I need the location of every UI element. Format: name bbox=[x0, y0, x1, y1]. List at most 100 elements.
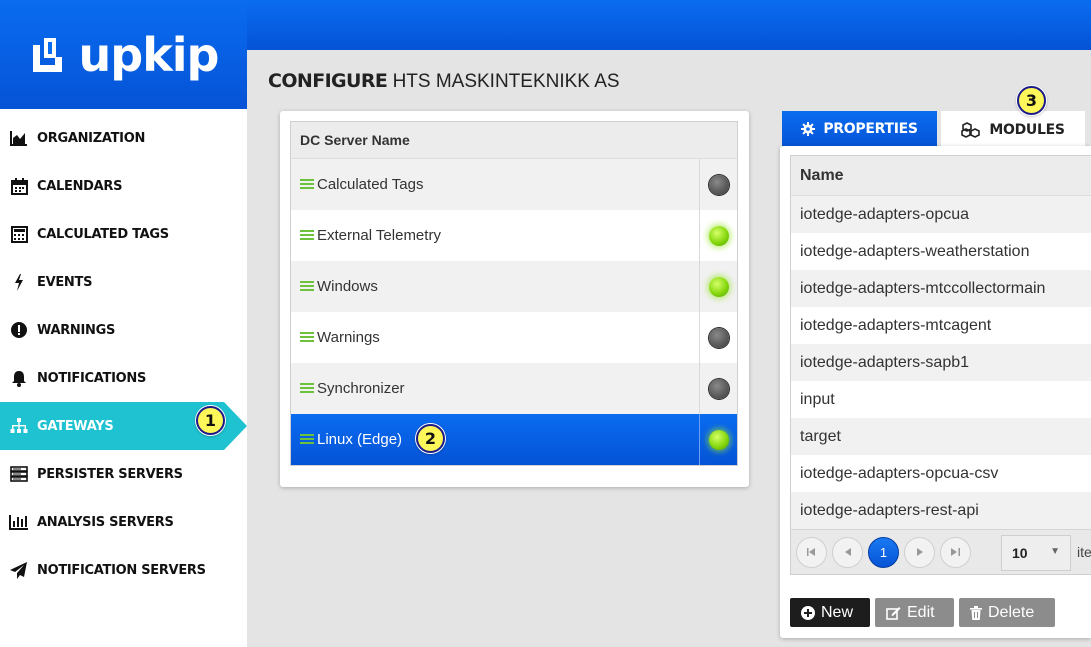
page-size-value: 10 bbox=[1012, 545, 1028, 561]
modules-rows: iotedge-adapters-opcua iotedge-adapters-… bbox=[791, 196, 1091, 529]
edit-button[interactable]: Edit bbox=[875, 598, 954, 627]
status-indicator bbox=[708, 327, 729, 348]
sidebar-item-calculated-tags[interactable]: CALCULATED TAGS bbox=[0, 210, 247, 258]
server-icon bbox=[300, 332, 314, 343]
sidebar-item-label: GATEWAYS bbox=[37, 418, 114, 434]
table-row[interactable]: Windows bbox=[291, 261, 737, 312]
logo-text: upkip bbox=[78, 27, 220, 82]
sidebar-item-label: EVENTS bbox=[37, 274, 93, 290]
dc-server-rows: Calculated Tags External Telemetry Windo… bbox=[291, 159, 737, 465]
sidebar-item-persister-servers[interactable]: PERSISTER SERVERS bbox=[0, 450, 247, 498]
sidebar-item-label: NOTIFICATION SERVERS bbox=[37, 562, 206, 578]
server-icon bbox=[300, 230, 314, 241]
status-indicator bbox=[708, 276, 729, 297]
caret-down-icon: ▼ bbox=[1050, 546, 1060, 557]
sidebar-item-organization[interactable]: ORGANIZATION bbox=[0, 114, 247, 162]
status-indicator bbox=[708, 174, 729, 195]
page-title-org: HTS MASKINTEKNIKK AS bbox=[392, 71, 620, 92]
sidebar-item-label: PERSISTER SERVERS bbox=[37, 466, 183, 482]
sidebar: upkip ORGANIZATION CALENDARS CALCULATED … bbox=[0, 0, 247, 647]
page-title: CONFIGURE HTS MASKINTEKNIKK AS bbox=[268, 70, 620, 93]
tab-label: PROPERTIES bbox=[823, 121, 918, 137]
table-row[interactable]: iotedge-adapters-opcua bbox=[791, 196, 1091, 233]
cubes-icon bbox=[961, 121, 981, 138]
sidebar-item-label: ORGANIZATION bbox=[37, 130, 146, 146]
dc-server-name: Warnings bbox=[317, 329, 380, 346]
table-row[interactable]: target bbox=[791, 418, 1091, 455]
dc-server-name: Linux (Edge) bbox=[317, 431, 403, 448]
trash-icon bbox=[970, 605, 982, 620]
table-row[interactable]: iotedge-adapters-mtccollectormain bbox=[791, 270, 1091, 307]
first-page-icon bbox=[807, 548, 815, 556]
status-indicator bbox=[708, 378, 729, 399]
table-row[interactable]: iotedge-adapters-sapb1 bbox=[791, 344, 1091, 381]
sidebar-item-label: NOTIFICATIONS bbox=[37, 370, 147, 386]
plus-circle-icon bbox=[801, 605, 815, 620]
tab-modules[interactable]: MODULES bbox=[941, 111, 1085, 148]
table-row-selected[interactable]: Linux (Edge) bbox=[291, 414, 737, 465]
gear-icon bbox=[801, 122, 816, 136]
next-page-button[interactable] bbox=[904, 536, 935, 568]
sidebar-item-gateways[interactable]: GATEWAYS bbox=[0, 402, 247, 450]
area-chart-icon bbox=[9, 128, 29, 148]
previous-icon bbox=[844, 548, 851, 556]
items-per-page-label: ite bbox=[1077, 544, 1091, 560]
sidebar-item-label: WARNINGS bbox=[37, 322, 116, 338]
table-row[interactable]: Synchronizer bbox=[291, 363, 737, 414]
table-row[interactable]: iotedge-adapters-weatherstation bbox=[791, 233, 1091, 270]
bolt-icon bbox=[9, 272, 29, 292]
table-row[interactable]: Warnings bbox=[291, 312, 737, 363]
table-row[interactable]: External Telemetry bbox=[291, 210, 737, 261]
sidebar-item-calendars[interactable]: CALENDARS bbox=[0, 162, 247, 210]
table-row[interactable]: iotedge-adapters-mtcagent bbox=[791, 307, 1091, 344]
table-row[interactable]: iotedge-adapters-opcua-csv bbox=[791, 455, 1091, 492]
sidebar-item-label: ANALYSIS SERVERS bbox=[37, 514, 174, 530]
exclamation-circle-icon bbox=[9, 320, 29, 340]
sidebar-nav: ORGANIZATION CALENDARS CALCULATED TAGS E… bbox=[0, 114, 247, 594]
tab-label: MODULES bbox=[989, 121, 1065, 138]
sidebar-item-notifications[interactable]: NOTIFICATIONS bbox=[0, 354, 247, 402]
dc-server-name: Windows bbox=[317, 278, 378, 295]
last-page-icon bbox=[951, 548, 960, 556]
button-label: Edit bbox=[907, 603, 935, 621]
column-header[interactable]: Name bbox=[791, 156, 1091, 196]
bar-chart-icon bbox=[9, 512, 29, 532]
table-row[interactable]: Calculated Tags bbox=[291, 159, 737, 210]
button-label: Delete bbox=[988, 603, 1035, 621]
paper-plane-icon bbox=[9, 560, 29, 580]
dc-server-panel: DC Server Name Calculated Tags External … bbox=[280, 111, 749, 487]
calculator-icon bbox=[9, 224, 29, 244]
sitemap-icon bbox=[9, 416, 29, 436]
button-label: New bbox=[821, 603, 854, 621]
new-button[interactable]: New bbox=[790, 598, 870, 627]
sidebar-item-notification-servers[interactable]: NOTIFICATION SERVERS bbox=[0, 546, 247, 594]
tab-properties[interactable]: PROPERTIES bbox=[782, 111, 937, 147]
page-size-select[interactable]: 10 ▼ bbox=[1001, 535, 1071, 571]
delete-button[interactable]: Delete bbox=[959, 598, 1055, 627]
logo-area: upkip bbox=[0, 0, 247, 109]
previous-page-button[interactable] bbox=[832, 536, 863, 568]
modules-panel: Name iotedge-adapters-opcua iotedge-adap… bbox=[780, 146, 1091, 638]
sidebar-item-warnings[interactable]: WARNINGS bbox=[0, 306, 247, 354]
modules-table: Name iotedge-adapters-opcua iotedge-adap… bbox=[790, 155, 1091, 575]
table-row[interactable]: input bbox=[791, 381, 1091, 418]
pager: 1 10 ▼ ite bbox=[791, 529, 1091, 574]
dc-server-table: DC Server Name Calculated Tags External … bbox=[290, 121, 738, 466]
page-number-button[interactable]: 1 bbox=[868, 536, 899, 568]
logo[interactable]: upkip bbox=[29, 32, 219, 78]
first-page-button[interactable] bbox=[796, 536, 827, 568]
sidebar-item-events[interactable]: EVENTS bbox=[0, 258, 247, 306]
dc-server-name: External Telemetry bbox=[317, 227, 441, 244]
edit-icon bbox=[886, 606, 901, 620]
status-indicator bbox=[708, 429, 729, 450]
sidebar-item-analysis-servers[interactable]: ANALYSIS SERVERS bbox=[0, 498, 247, 546]
callout-badge: 1 bbox=[196, 406, 225, 435]
column-header[interactable]: DC Server Name bbox=[291, 122, 737, 159]
last-page-button[interactable] bbox=[940, 536, 971, 568]
server-icon bbox=[300, 281, 314, 292]
dc-server-name: Calculated Tags bbox=[317, 176, 424, 193]
table-row[interactable]: iotedge-adapters-rest-api bbox=[791, 492, 1091, 529]
bell-icon bbox=[9, 368, 29, 388]
status-indicator bbox=[708, 225, 729, 246]
next-icon bbox=[916, 548, 923, 556]
